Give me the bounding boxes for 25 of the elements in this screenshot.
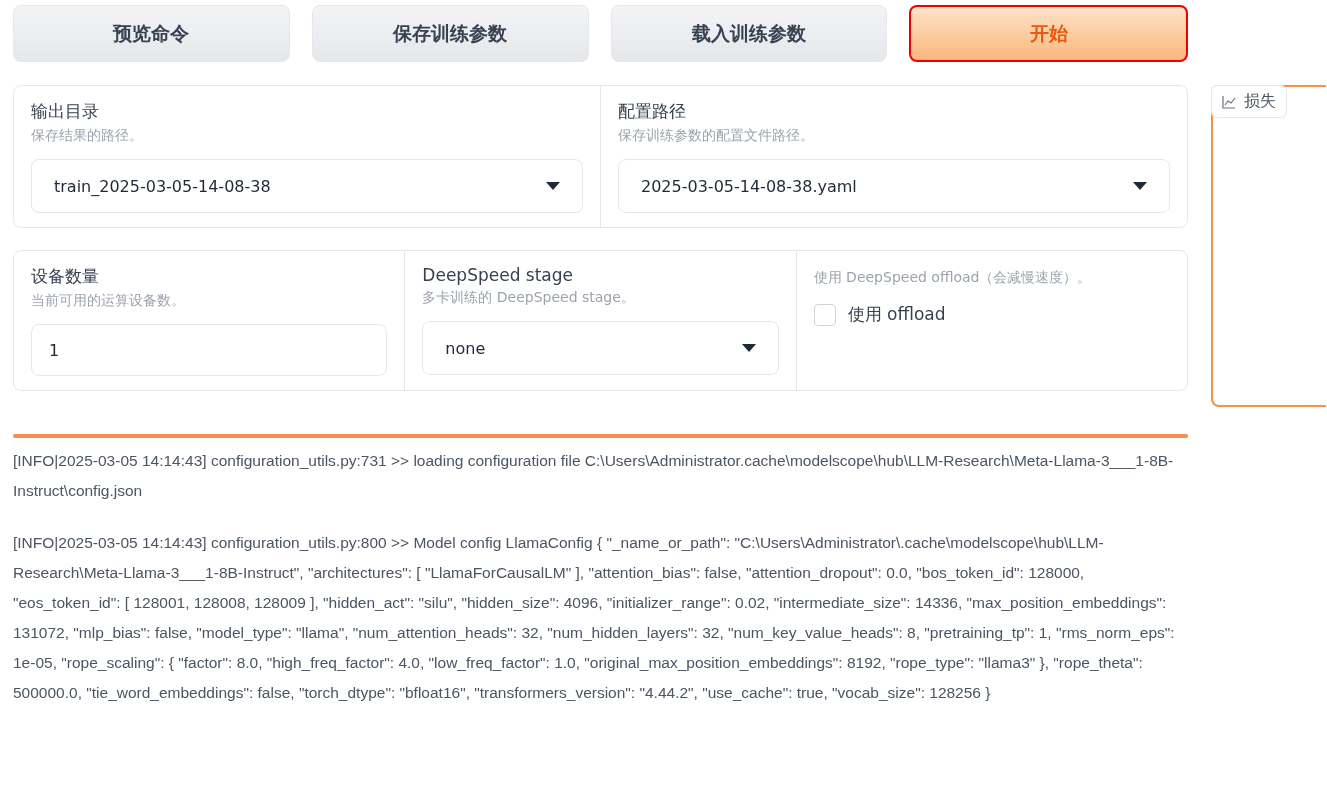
- dropdown[interactable]: 2025-03-05-14-08-38.yaml: [618, 159, 1170, 213]
- action-button[interactable]: 预览命令: [13, 5, 290, 62]
- field-info: 保存训练参数的配置文件路径。: [618, 127, 815, 145]
- field-label: DeepSpeed stage: [422, 265, 574, 285]
- dropdown[interactable]: none: [422, 321, 779, 375]
- field-label: 设备数量: [31, 265, 100, 288]
- field-info: 当前可用的运算设备数。: [31, 292, 186, 310]
- field-label: 配置路径: [618, 100, 687, 123]
- field-info: 使用 DeepSpeed offload（会减慢速度）。: [813, 269, 1093, 287]
- plot-label-text: 损失: [1244, 91, 1276, 112]
- number-input[interactable]: 1: [31, 324, 388, 376]
- caret-icon: [1133, 182, 1147, 190]
- caret-icon: [546, 182, 560, 190]
- log-line: [INFO|2025-03-05 14:14:43] configuration_utils.py:800 >> Model config LlamaConfig { "_name_or_path": "C:\Users\Administrator\.cache\modelscope\hub\LLM-Research\Meta-Llama-3___1-8B-Instruct", "architectures": [ "LlamaForCausalLM" ], "attention_bias": false, "attention_dropout": 0.0, "bos_token_id": 128000, "eos_token_id": [ 128001, 128008, 128009 ], "hidden_act": "silu", "hidden_size": 4096, "initializer_range": 0.02, "intermediate_size": 14336, "max_position_embeddings": 131072, "mlp_bias": false, "model_type": "llama", "num_attention_heads": 32, "num_hidden_layers": 32, "num_key_value_heads": 8, "pretraining_tp": 1, "rms_norm_eps": 1e-05, "rope_scaling": { "factor": 8.0, "high_freq_factor": 4.0, "low_freq_factor": 1.0, "original_max_position_embeddings": 8192, "rope_type": "llama3" }, "rope_theta": 500000.0, "tie_word_embeddings": false, "torch_dtype": "bfloat16", "transformers_version": "4.44.2", "use_cache": true, "vocab_size": 128256 }: [13, 533, 1176, 703]
- field-info: 多卡训练的 DeepSpeed stage。: [422, 289, 636, 307]
- chart-icon: [1222, 94, 1236, 109]
- action-button[interactable]: 保存训练参数: [311, 5, 589, 62]
- action-button[interactable]: 载入训练参数: [610, 5, 888, 62]
- caret-icon: [741, 344, 756, 352]
- checkbox-option[interactable]: 使用 offload: [813, 303, 1170, 326]
- dropdown[interactable]: train_2025-03-05-14-08-38: [31, 159, 583, 213]
- log-line: [INFO|2025-03-05 14:14:43] configuration_utils.py:731 >> loading configuration file C:\Users\Administrator.cache\modelscope\hub\LLM-Research\Meta-Llama-3___1-8B-Instruct\config.json: [13, 451, 1175, 501]
- checkbox[interactable]: [813, 303, 836, 326]
- field-label: 输出目录: [31, 100, 100, 123]
- field-info: 保存结果的路径。: [31, 127, 144, 145]
